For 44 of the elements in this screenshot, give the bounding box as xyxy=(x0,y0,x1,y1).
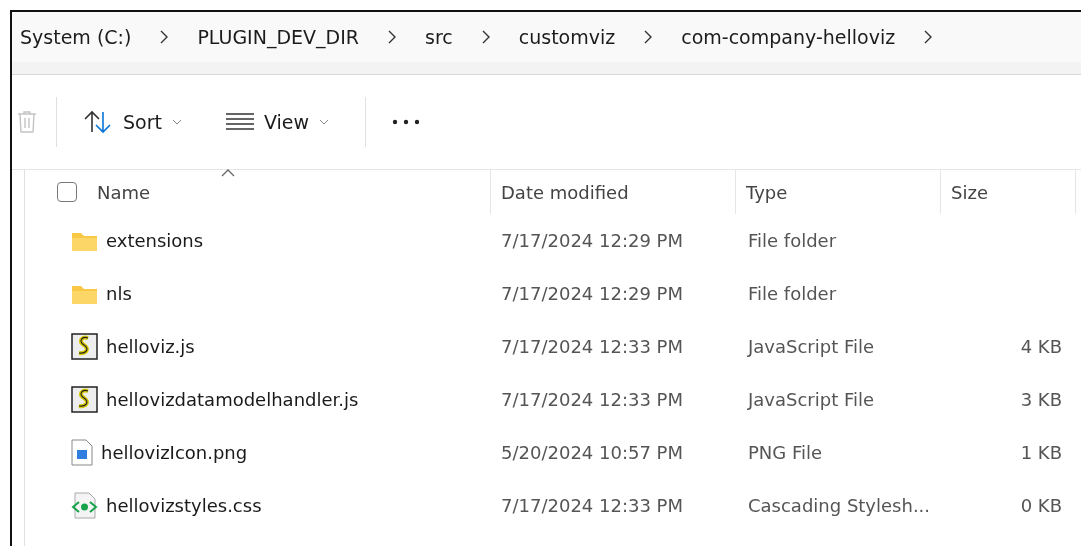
file-name[interactable]: hellovizdatamodelhandler.js xyxy=(106,389,359,410)
file-type: File folder xyxy=(747,230,838,251)
select-all-checkbox[interactable] xyxy=(57,182,77,202)
file-name[interactable]: helloviz.js xyxy=(106,336,195,357)
date-modified: 7/17/2024 12:33 PM xyxy=(500,389,684,410)
date-modified: 7/17/2024 12:33 PM xyxy=(500,336,684,357)
trash-icon xyxy=(16,110,38,134)
file-size: 1 KB xyxy=(1019,442,1063,463)
image-file-icon xyxy=(71,439,93,466)
caret-icon xyxy=(319,119,330,125)
file-type: JavaScript File xyxy=(746,336,876,357)
script-file-icon xyxy=(71,333,98,360)
view-button[interactable]: View xyxy=(213,105,342,139)
caret-icon xyxy=(171,119,182,125)
file-type: File folder xyxy=(747,283,838,304)
script-file-icon xyxy=(71,386,98,413)
sort-icon xyxy=(83,110,113,134)
column-header[interactable]: Size xyxy=(951,181,988,203)
breadcrumb-item[interactable]: src xyxy=(425,26,453,48)
date-modified: 7/17/2024 12:33 PM xyxy=(500,495,684,516)
file-name[interactable]: hellovizIcon.png xyxy=(101,442,248,463)
file-name[interactable]: nls xyxy=(106,283,132,304)
date-modified: 7/17/2024 12:29 PM xyxy=(500,230,684,251)
column-header[interactable]: Name xyxy=(97,181,151,203)
date-modified: 5/20/2024 10:57 PM xyxy=(500,442,684,463)
file-name[interactable]: hellovizstyles.css xyxy=(106,495,262,516)
file-type: Cascading Stylesh... xyxy=(747,495,932,516)
code-file-icon xyxy=(71,492,98,519)
file-size: 0 KB xyxy=(1019,495,1063,516)
sort-button[interactable]: Sort xyxy=(71,104,194,140)
file-type: JavaScript File xyxy=(746,389,876,410)
file-type: PNG File xyxy=(747,442,824,463)
breadcrumb-item[interactable]: com-company-helloviz xyxy=(681,26,896,48)
column-header[interactable]: Date modified xyxy=(501,181,629,203)
breadcrumb-item[interactable]: PLUGIN_DEV_DIR xyxy=(197,26,359,48)
file-size: 4 KB xyxy=(1019,336,1063,357)
column-header[interactable]: Type xyxy=(746,181,788,203)
more-icon xyxy=(392,119,421,125)
file-name[interactable]: extensions xyxy=(106,230,204,251)
breadcrumb-item[interactable]: customviz xyxy=(518,26,616,48)
file-size: 3 KB xyxy=(1019,389,1063,410)
list-icon xyxy=(225,113,254,131)
breadcrumb-item[interactable]: System (C:) xyxy=(20,26,132,48)
date-modified: 7/17/2024 12:29 PM xyxy=(500,283,684,304)
